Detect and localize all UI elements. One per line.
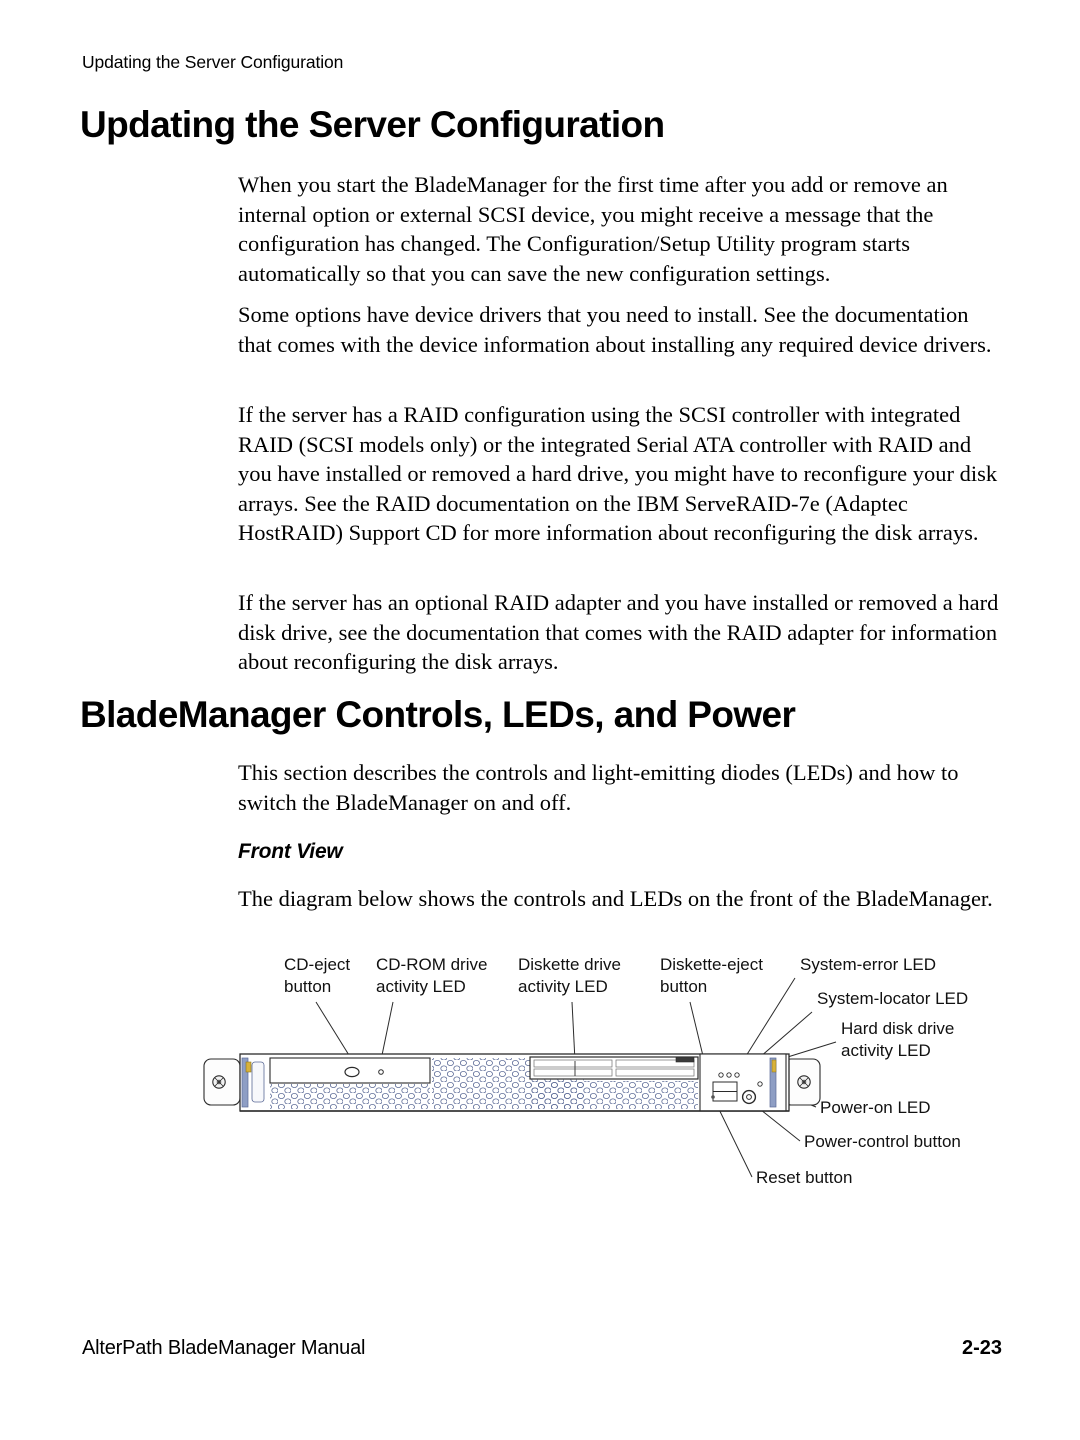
figure-front-view-diagram: CD-eject button CD-ROM drive activity LE… bbox=[200, 950, 1000, 1205]
subsection-title-front-view: Front View bbox=[238, 840, 343, 863]
reset-button-icon bbox=[711, 1095, 715, 1099]
paragraph-device-drivers: Some options have device drivers that yo… bbox=[238, 302, 992, 357]
callout-system-locator-led: System-locator LED bbox=[817, 989, 968, 1008]
document-page: Updating the Server Configuration Updati… bbox=[0, 0, 1080, 1440]
paragraph-diagram-below: The diagram below shows the controls and… bbox=[238, 886, 993, 911]
paragraph-optional-raid-adapter: If the server has an optional RAID adapt… bbox=[238, 590, 999, 675]
running-header: Updating the Server Configuration bbox=[82, 52, 344, 72]
hard-disk-activity-led-icon bbox=[734, 1072, 740, 1078]
callout-power-on-led: Power-on LED bbox=[820, 1098, 931, 1117]
footer-manual-title: AlterPath BladeManager Manual bbox=[82, 1337, 366, 1359]
server-chassis-illustration bbox=[203, 1053, 821, 1112]
paragraph-section-describes: This section describes the controls and … bbox=[238, 760, 959, 815]
paragraph-raid-configuration: If the server has a RAID configuration u… bbox=[238, 402, 998, 546]
callout-diskette-eject-button-line2: button bbox=[660, 977, 707, 996]
callout-power-control-button: Power-control button bbox=[804, 1132, 961, 1151]
callout-diskette-eject-button-line1: Diskette-eject bbox=[660, 955, 763, 974]
callout-cdrom-activity-led-line2: activity LED bbox=[376, 977, 466, 996]
callout-diskette-activity-led-line2: activity LED bbox=[518, 977, 608, 996]
callout-reset-button: Reset button bbox=[756, 1168, 852, 1187]
paragraph-start-blademanager: When you start the BladeManager for the … bbox=[238, 172, 948, 286]
callout-cdrom-activity-led-line1: CD-ROM drive bbox=[376, 955, 487, 974]
callout-hard-disk-activity-led-line2: activity LED bbox=[841, 1041, 931, 1060]
section-title-controls-leds-power: BladeManager Controls, LEDs, and Power bbox=[80, 694, 796, 735]
callout-hard-disk-activity-led-line1: Hard disk drive bbox=[841, 1019, 954, 1038]
footer-page-number: 2-23 bbox=[961, 1337, 1002, 1359]
system-error-led-icon bbox=[718, 1072, 724, 1078]
callout-cd-eject-button-line2: button bbox=[284, 977, 331, 996]
callout-system-error-led: System-error LED bbox=[800, 955, 936, 974]
cd-eject-button-icon bbox=[344, 1066, 360, 1078]
callout-diskette-activity-led-line1: Diskette drive bbox=[518, 955, 621, 974]
callout-cd-eject-button-line1: CD-eject bbox=[284, 955, 350, 974]
cdrom-activity-led-icon bbox=[378, 1069, 384, 1075]
diskette-eject-button-icon bbox=[675, 1056, 695, 1063]
page-title-updating-server-configuration: Updating the Server Configuration bbox=[80, 104, 665, 145]
power-on-led-icon bbox=[757, 1081, 763, 1087]
system-locator-led-icon bbox=[726, 1072, 732, 1078]
